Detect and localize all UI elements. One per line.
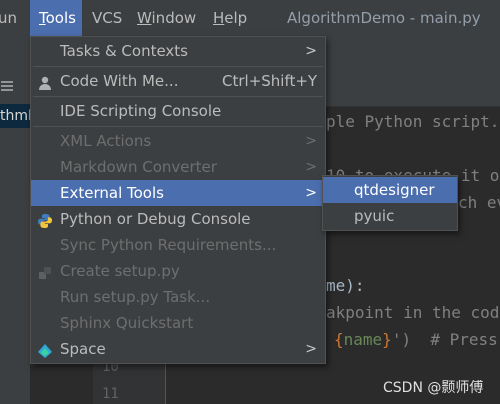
menu-item-code-with-me[interactable]: Code With Me... Ctrl+Shift+Y: [31, 68, 325, 94]
menu-item-label: Run setup.py Task...: [60, 288, 211, 306]
menu-tools-label: ools: [45, 9, 76, 27]
menu-tools[interactable]: Tools: [30, 0, 82, 36]
code-token: name: [343, 330, 383, 349]
menu-separator: [33, 126, 323, 127]
project-tree-selected-item[interactable]: thmD: [0, 104, 30, 128]
menu-item-shortcut: Ctrl+Shift+Y: [222, 72, 318, 90]
menu-item-create-setup: Create setup.py: [31, 258, 325, 284]
space-icon: [37, 341, 53, 358]
external-tools-submenu: qtdesigner pyuic: [322, 175, 458, 231]
menu-bar: un Tools VCS Window Help AlgorithmDemo -…: [0, 0, 500, 36]
menu-help[interactable]: Help: [213, 0, 253, 36]
project-item-label: thmD: [0, 108, 30, 124]
code-token: {: [334, 330, 344, 349]
collapse-all-icon[interactable]: [0, 76, 14, 96]
menu-vcs-label: VCS: [92, 9, 123, 27]
menu-item-space[interactable]: Space >: [31, 336, 325, 362]
menu-item-ide-scripting-console[interactable]: IDE Scripting Console: [31, 98, 325, 124]
menu-item-label: Tasks & Contexts: [60, 42, 188, 60]
person-icon: [37, 73, 53, 90]
submenu-arrow-icon: >: [305, 133, 317, 149]
menu-run-label: un: [0, 9, 18, 27]
line-number: 11: [102, 386, 119, 402]
menu-item-label: External Tools: [60, 184, 164, 202]
submenu-arrow-icon: >: [305, 341, 317, 357]
menu-item-python-debug-console[interactable]: Python or Debug Console: [31, 206, 325, 232]
menu-item-label: Sphinx Quickstart: [60, 314, 194, 332]
menu-tools-mnemonic: T: [39, 9, 46, 27]
submenu-item-pyuic[interactable]: pyuic: [323, 203, 457, 229]
menu-item-label: Sync Python Requirements...: [60, 236, 277, 254]
submenu-item-label: qtdesigner: [354, 181, 435, 199]
menu-item-label: Python or Debug Console: [60, 210, 251, 228]
submenu-arrow-icon: >: [305, 159, 317, 175]
menu-item-label: XML Actions: [60, 132, 152, 150]
submenu-arrow-icon: >: [305, 43, 317, 59]
menu-vcs[interactable]: VCS: [92, 0, 128, 36]
menu-item-tasks-contexts[interactable]: Tasks & Contexts >: [31, 38, 325, 64]
python-icon: [37, 211, 53, 228]
window-title: AlgorithmDemo - main.py: [287, 9, 481, 27]
tools-menu: Tasks & Contexts > Code With Me... Ctrl+…: [30, 36, 326, 364]
setup-icon: [37, 263, 53, 279]
editor-tab-strip: [326, 76, 500, 107]
menu-window-label: indow: [151, 9, 197, 27]
menu-item-external-tools[interactable]: External Tools >: [31, 180, 325, 206]
menu-item-sphinx-quickstart: Sphinx Quickstart: [31, 310, 325, 336]
menu-window[interactable]: Window: [137, 0, 201, 36]
menu-separator: [33, 96, 323, 97]
menu-item-label: Space: [60, 340, 106, 358]
code-line: {name}') # Press: [334, 330, 498, 349]
menu-item-run-setup-task: Run setup.py Task...: [31, 284, 325, 310]
menu-window-mnemonic: W: [137, 9, 152, 27]
menu-item-label: IDE Scripting Console: [60, 102, 222, 120]
menu-item-label: Create setup.py: [60, 262, 180, 280]
menu-item-xml-actions: XML Actions >: [31, 128, 325, 154]
menu-item-label: Markdown Converter: [60, 158, 217, 176]
code-line: ple Python script.: [326, 112, 500, 131]
menu-separator: [33, 66, 323, 67]
submenu-item-label: pyuic: [354, 207, 395, 225]
watermark: CSDN @颢师傅: [383, 380, 484, 396]
menu-item-markdown-converter: Markdown Converter >: [31, 154, 325, 180]
code-line: akpoint in the cod: [326, 303, 500, 322]
code-line: me):: [326, 276, 365, 295]
code-token: }: [382, 330, 392, 349]
submenu-item-qtdesigner[interactable]: qtdesigner: [323, 177, 457, 203]
code-line: ch ev: [458, 193, 500, 212]
menu-help-mnemonic: H: [213, 9, 225, 27]
menu-item-sync-python-requirements: Sync Python Requirements...: [31, 232, 325, 258]
code-token: ') # Press: [391, 330, 498, 349]
menu-run[interactable]: un: [0, 0, 26, 36]
menu-item-label: Code With Me...: [60, 72, 179, 90]
menu-help-label: elp: [224, 9, 248, 27]
submenu-arrow-icon: >: [305, 185, 317, 201]
